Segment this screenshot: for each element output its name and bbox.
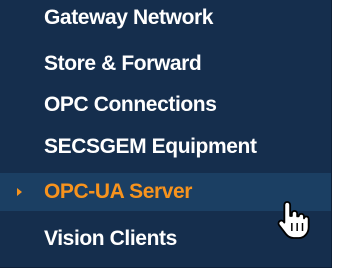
hand-pointer-cursor-icon [277, 201, 310, 239]
nav-item-label: OPC Connections [44, 93, 217, 116]
nav-item-gateway-network[interactable]: Gateway Network [0, 0, 331, 37]
nav-item-label: Gateway Network [44, 6, 214, 29]
nav-item-label: OPC-UA Server [44, 180, 193, 203]
config-nav-menu: Gateway Network Store & Forward OPC Conn… [0, 0, 332, 268]
nav-item-label: Vision Clients [44, 227, 177, 250]
nav-item-label: SECSGEM Equipment [44, 135, 257, 158]
nav-item-label: Store & Forward [44, 52, 202, 75]
nav-item-store-and-forward[interactable]: Store & Forward [0, 45, 331, 83]
nav-item-opc-connections[interactable]: OPC Connections [0, 86, 331, 124]
caret-right-icon [17, 188, 22, 196]
nav-item-secsgem-equipment[interactable]: SECSGEM Equipment [0, 128, 331, 166]
